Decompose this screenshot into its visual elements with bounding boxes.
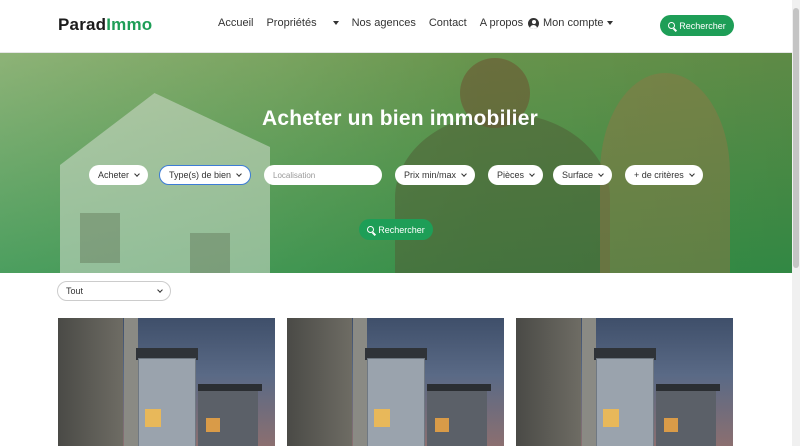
property-card-image[interactable] [58, 318, 275, 446]
hero-title: Acheter un bien immobilier [262, 107, 538, 130]
background-window [190, 233, 230, 273]
nav-item-apropos[interactable]: A propos [480, 17, 523, 29]
location-placeholder: Localisation [273, 170, 316, 180]
chevron-down-icon [529, 170, 535, 177]
main-nav: Accueil Propriétés Nos agences Contact A… [218, 17, 536, 29]
listing-filter-value: Tout [66, 286, 84, 296]
property-type-select[interactable]: Type(s) de bien [159, 165, 252, 185]
nav-item-proprietes-label: Propriétés [266, 17, 317, 29]
property-type-label: Type(s) de bien [169, 170, 232, 180]
chevron-down-icon [157, 286, 163, 293]
chevron-down-icon [688, 170, 695, 177]
property-card-image[interactable] [516, 318, 733, 446]
more-criteria-select[interactable]: + de critères [625, 165, 703, 185]
chevron-down-icon [236, 170, 242, 177]
header-search-button[interactable]: Rechercher [660, 15, 734, 36]
property-card-image[interactable] [287, 318, 504, 446]
hero-search-button[interactable]: Rechercher [359, 219, 433, 240]
chevron-down-icon [134, 170, 140, 177]
listing-filter-select[interactable]: Tout [57, 281, 171, 301]
hero-search-label: Rechercher [378, 224, 425, 235]
brand-logo[interactable]: ParadImmo [58, 15, 152, 35]
nav-item-proprietes[interactable]: Propriétés [266, 17, 339, 29]
rooms-select[interactable]: Pièces [488, 165, 544, 185]
chevron-down-icon [598, 170, 604, 177]
rooms-label: Pièces [497, 170, 525, 180]
background-window [80, 213, 120, 263]
scrollbar-thumb[interactable] [793, 8, 799, 268]
surface-select[interactable]: Surface [553, 165, 613, 185]
price-label: Prix min/max [404, 170, 457, 180]
caret-down-icon [606, 21, 613, 25]
nav-item-accueil[interactable]: Accueil [218, 17, 253, 29]
nav-item-contact[interactable]: Contact [429, 17, 467, 29]
brand-name-part2: Immo [106, 15, 153, 34]
user-icon [528, 17, 539, 29]
search-icon [668, 22, 676, 29]
header-search-label: Rechercher [679, 20, 726, 31]
brand-name-part1: Parad [58, 15, 107, 34]
account-label: Mon compte [543, 17, 604, 29]
surface-label: Surface [562, 170, 594, 180]
location-input[interactable]: Localisation [264, 165, 382, 185]
transaction-type-label: Acheter [98, 170, 130, 180]
page-scrollbar[interactable] [792, 0, 800, 446]
background-person-boy [395, 113, 610, 273]
price-select[interactable]: Prix min/max [395, 165, 476, 185]
more-criteria-label: + de critères [634, 170, 684, 180]
hero-banner: Acheter un bien immobilier Acheter Type(… [0, 53, 800, 273]
nav-item-agences[interactable]: Nos agences [352, 17, 416, 29]
transaction-type-select[interactable]: Acheter [89, 165, 149, 185]
chevron-down-icon [461, 170, 467, 177]
top-navbar: ParadImmo Accueil Propriétés Nos agences… [0, 0, 800, 53]
account-menu[interactable]: Mon compte [528, 17, 613, 29]
search-icon [367, 226, 375, 233]
caret-down-icon [332, 21, 339, 26]
